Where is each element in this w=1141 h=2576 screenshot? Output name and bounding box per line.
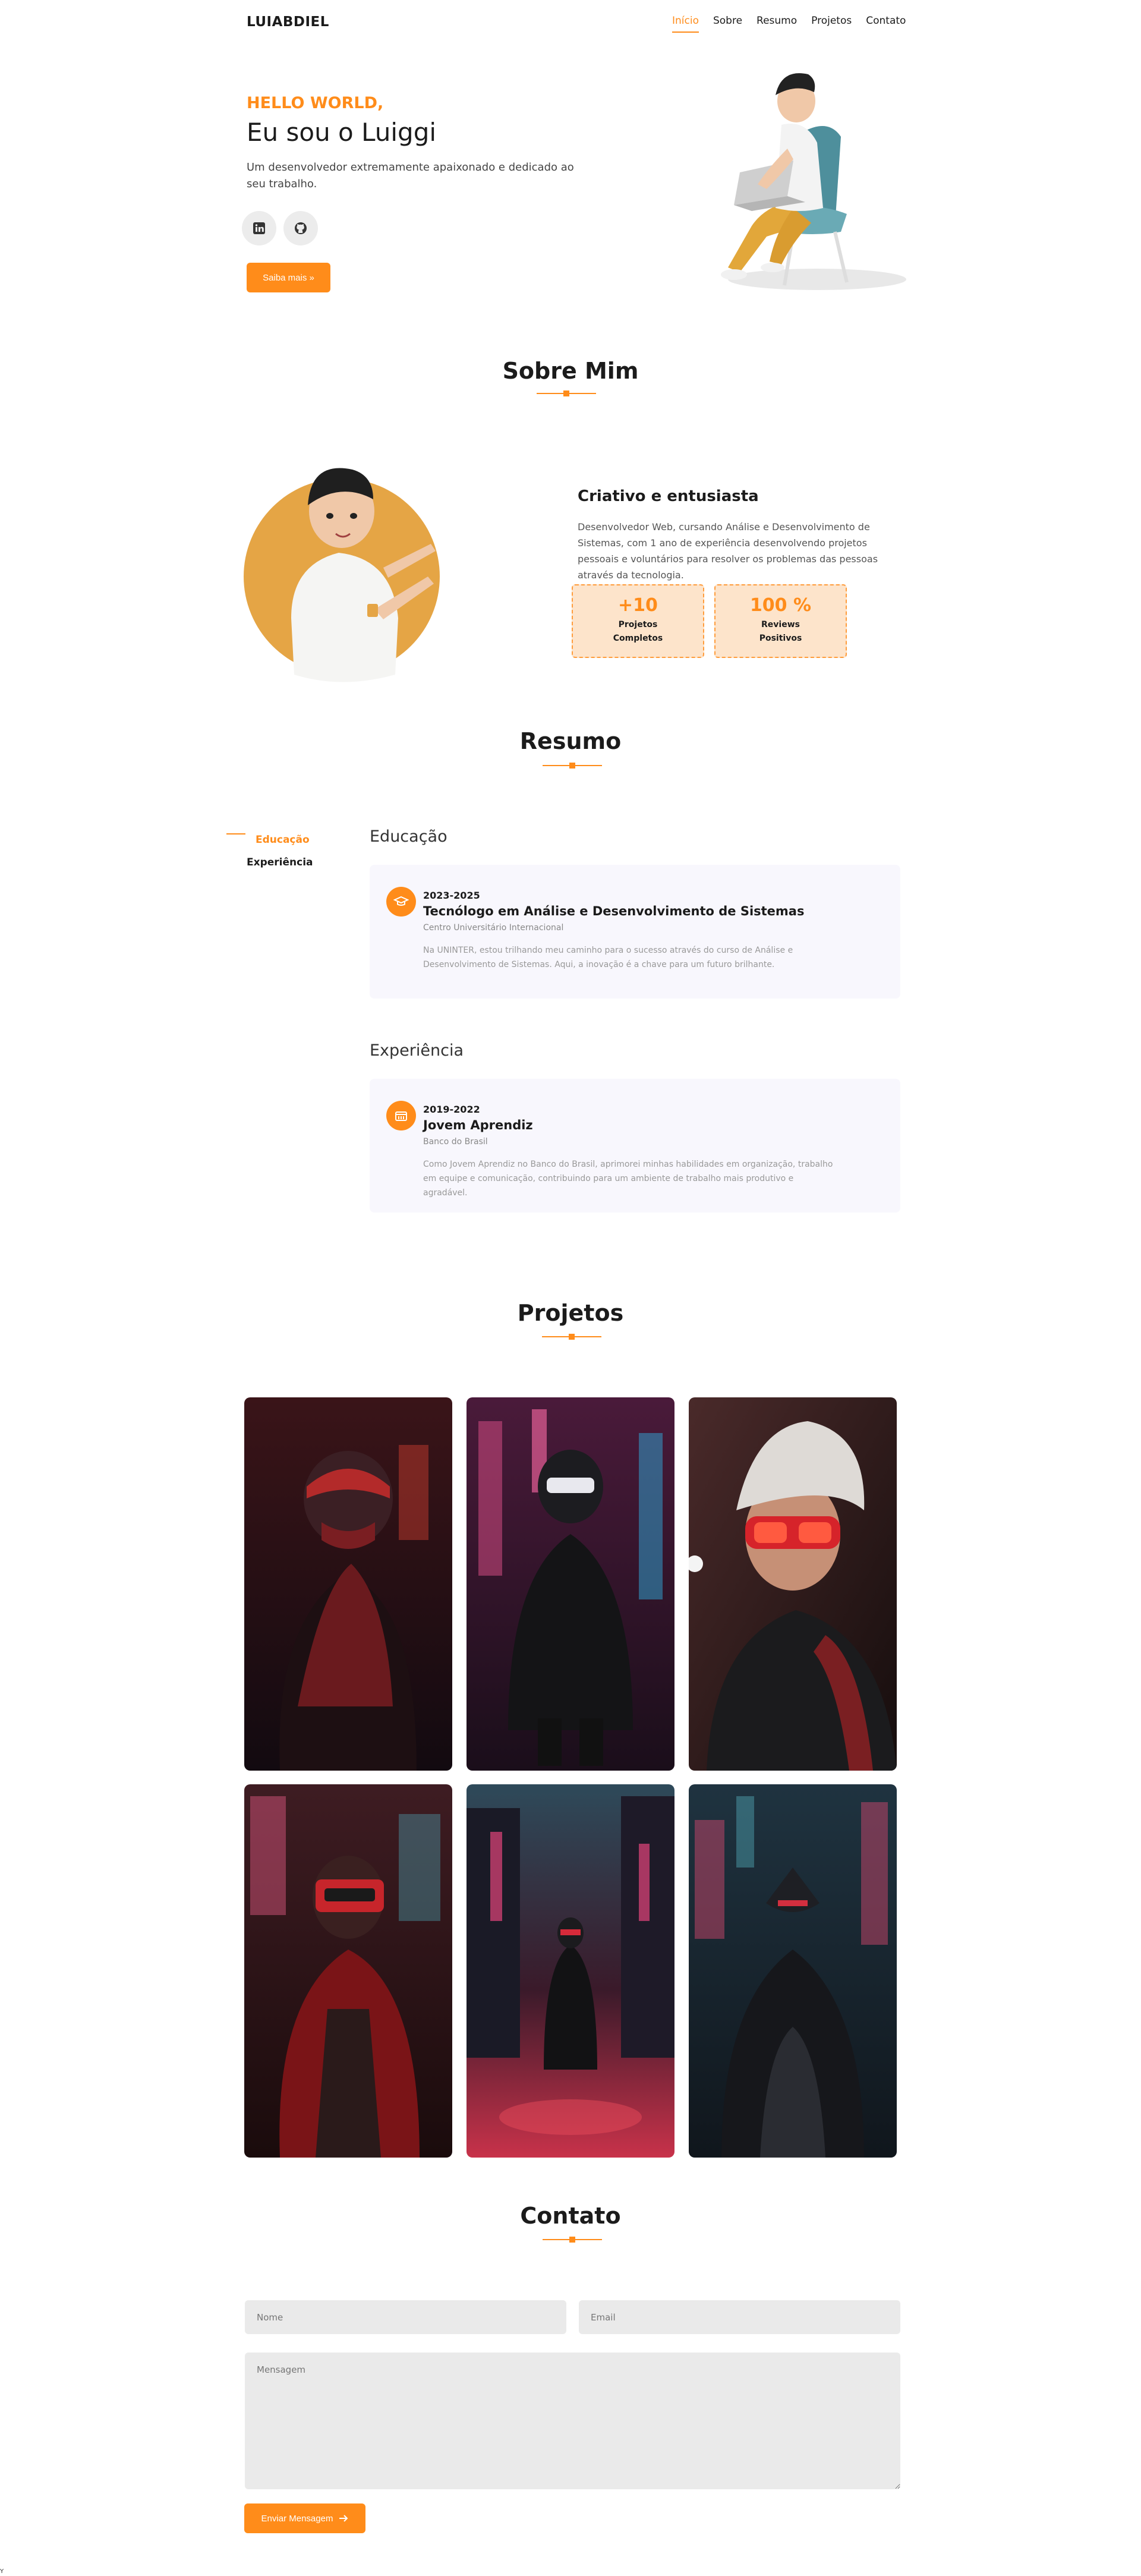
- experience-heading: Experiência: [370, 1041, 464, 1060]
- experience-desc: Como Jovem Aprendiz no Banco do Brasil, …: [423, 1160, 833, 1198]
- graduation-cap-icon: [393, 896, 409, 906]
- nav-link-inicio[interactable]: Início: [672, 15, 699, 33]
- stat-value: +10: [618, 595, 658, 616]
- message-field[interactable]: [245, 2353, 900, 2489]
- linkedin-button[interactable]: [242, 211, 276, 245]
- education-heading: Educação: [370, 827, 447, 846]
- resume-title: Resumo: [519, 728, 622, 754]
- projects-title: Projetos: [517, 1300, 624, 1326]
- project-image-1: [244, 1397, 452, 1771]
- about-heading: Criativo e entusiasta: [578, 487, 759, 505]
- project-card-3[interactable]: [689, 1397, 897, 1771]
- hero-illustration: [669, 59, 906, 297]
- hero-subtitle: Um desenvolvedor extremamente apaixonado…: [247, 161, 574, 190]
- tab-experiencia[interactable]: Experiência: [247, 856, 313, 868]
- nav-link-resumo[interactable]: Resumo: [757, 15, 797, 33]
- education-icon-badge: [386, 887, 416, 917]
- active-tab-indicator: [226, 833, 245, 834]
- project-image-6: [689, 1784, 897, 2158]
- projects-title-dot: [569, 1334, 575, 1340]
- github-icon: [295, 222, 307, 234]
- project-card-1[interactable]: [244, 1397, 452, 1771]
- name-field[interactable]: [245, 2300, 566, 2334]
- contact-title-dot: [569, 2237, 575, 2243]
- contact-title: Contato: [520, 2203, 621, 2229]
- experience-title: Jovem Aprendiz: [423, 1118, 533, 1132]
- experience-date: 2019-2022: [423, 1104, 480, 1115]
- main-nav: Início Sobre Resumo Projetos Contato: [672, 15, 920, 33]
- stat-label: Projetos: [618, 620, 658, 629]
- corner-mark: Y: [0, 2568, 4, 2575]
- project-card-4[interactable]: [244, 1784, 452, 2158]
- education-org: Centro Universitário Internacional: [423, 923, 564, 933]
- project-image-2: [467, 1397, 674, 1771]
- tab-educacao[interactable]: Educação: [256, 834, 310, 846]
- saiba-mais-button[interactable]: Saiba mais »: [247, 263, 330, 292]
- experience-org: Banco do Brasil: [423, 1137, 488, 1147]
- email-field[interactable]: [579, 2300, 900, 2334]
- send-message-label: Enviar Mensagem: [261, 2513, 333, 2524]
- education-date: 2023-2025: [423, 890, 480, 901]
- project-card-6[interactable]: [689, 1784, 897, 2158]
- about-title: Sobre Mim: [502, 358, 639, 384]
- stat-card-reviews: 100 % Reviews Positivos: [714, 584, 847, 658]
- nav-link-sobre[interactable]: Sobre: [713, 15, 742, 33]
- linkedin-icon: [253, 222, 265, 234]
- arrow-right-icon: [339, 2515, 348, 2522]
- project-card-5[interactable]: [467, 1784, 674, 2158]
- stat-card-projects: +10 Projetos Completos: [572, 584, 704, 658]
- github-button[interactable]: [283, 211, 318, 245]
- hero-title: Eu sou o Luiggi: [247, 118, 437, 147]
- project-card-2[interactable]: [467, 1397, 674, 1771]
- education-desc: Na UNINTER, estou trilhando meu caminho …: [423, 946, 793, 969]
- about-title-dot: [563, 391, 569, 396]
- nav-link-contato[interactable]: Contato: [866, 15, 906, 33]
- project-image-4: [244, 1784, 452, 2158]
- resume-title-dot: [569, 763, 575, 769]
- project-image-5: [467, 1784, 674, 2158]
- stat-label: Completos: [613, 634, 663, 643]
- project-image-3: [689, 1397, 897, 1771]
- stat-label: Reviews: [761, 620, 800, 629]
- education-title: Tecnólogo em Análise e Desenvolvimento d…: [423, 904, 805, 918]
- hero-greeting: HELLO WORLD,: [247, 94, 384, 112]
- bank-icon: [395, 1111, 407, 1121]
- site-logo[interactable]: LUIABDIEL: [247, 14, 329, 30]
- stat-value: 100 %: [749, 595, 812, 616]
- about-text: Desenvolvedor Web, cursando Análise e De…: [578, 521, 878, 581]
- stat-label: Positivos: [759, 634, 802, 643]
- about-illustration: [232, 440, 481, 689]
- send-message-button[interactable]: Enviar Mensagem: [244, 2503, 365, 2533]
- experience-icon-badge: [386, 1101, 416, 1130]
- nav-link-projetos[interactable]: Projetos: [811, 15, 852, 33]
